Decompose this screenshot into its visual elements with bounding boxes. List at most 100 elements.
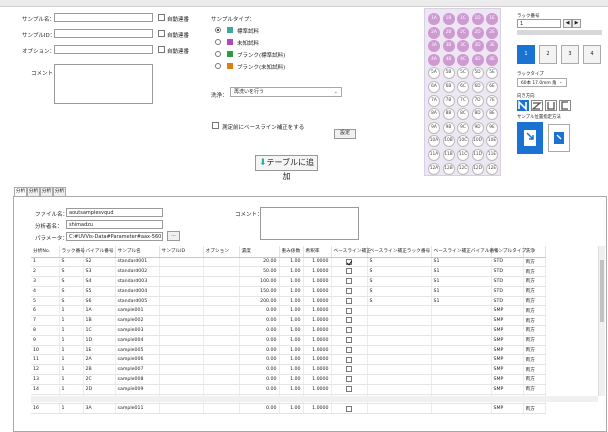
table-cell[interactable]: 1.00 xyxy=(279,286,304,297)
table-cell[interactable]: 1.0000 xyxy=(303,305,332,317)
column-header[interactable]: サンプルタイプ xyxy=(491,246,526,258)
table-cell[interactable]: 両方 xyxy=(523,345,546,356)
table-cell[interactable]: SMP xyxy=(491,315,524,327)
table-cell[interactable]: 1.0000 xyxy=(303,384,332,395)
direction-z-button[interactable] xyxy=(531,100,543,111)
rack-cell[interactable]: 3D xyxy=(471,40,484,53)
table-cell[interactable]: 0.00 xyxy=(239,384,280,395)
baseline-row-checkbox[interactable] xyxy=(346,386,352,392)
table-cell[interactable]: sample005 xyxy=(115,345,160,356)
rack-cell[interactable]: 1B xyxy=(442,13,455,25)
column-header[interactable]: 分析No. xyxy=(31,246,60,258)
table-cell[interactable] xyxy=(159,335,204,346)
rack-cell[interactable]: 12E xyxy=(486,162,498,175)
table-cell[interactable]: 1.00 xyxy=(279,315,304,327)
baseline-cell[interactable] xyxy=(331,364,368,376)
table-cell[interactable] xyxy=(159,345,204,356)
column-header[interactable]: サンプル名 xyxy=(115,246,160,258)
table-cell[interactable]: 1D xyxy=(83,335,116,346)
sample-id-input[interactable] xyxy=(54,29,153,38)
baseline-cell[interactable] xyxy=(331,354,368,366)
table-cell[interactable]: 1.00 xyxy=(279,276,304,287)
wash-select[interactable]: 再洗いを行う ⌄ xyxy=(230,87,342,97)
table-cell[interactable] xyxy=(431,345,492,356)
rack-prev-button[interactable]: ◀ xyxy=(563,19,572,28)
table-cell[interactable]: 1 xyxy=(59,335,84,346)
table-cell[interactable] xyxy=(431,374,492,385)
table-cell[interactable]: 1.0000 xyxy=(303,257,332,268)
rack-cell[interactable]: 3A xyxy=(428,40,440,53)
table-horizontal-scrollbar[interactable] xyxy=(31,396,598,402)
sample-type-radio-0[interactable] xyxy=(215,27,221,33)
rack-cell[interactable]: 7B xyxy=(442,94,455,107)
rack-cell[interactable]: 7A xyxy=(428,94,440,107)
direction-n-button[interactable] xyxy=(517,100,529,111)
rack-cell[interactable]: 7D xyxy=(471,94,484,107)
rack-cell[interactable]: 12D xyxy=(471,162,484,175)
table-cell[interactable]: S1 xyxy=(431,296,492,307)
rack-cell[interactable]: 12B xyxy=(442,162,455,175)
table-cell[interactable] xyxy=(203,335,240,346)
table-cell[interactable]: 9 xyxy=(31,335,60,346)
table-cell[interactable]: 0.00 xyxy=(239,374,280,385)
table-row[interactable]: 2 S S3 standard002 50.00 1.00 1.0000 S S1 STD 両方 xyxy=(31,266,546,278)
comment-textarea[interactable] xyxy=(54,64,153,104)
table-cell[interactable] xyxy=(431,335,492,346)
table-cell[interactable]: 3 xyxy=(31,276,60,287)
table-cell[interactable]: 1 xyxy=(31,257,60,268)
table-row[interactable]: 13 1 2C sample008 0.00 1.00 1.0000 SMP 両方 xyxy=(31,374,546,385)
table-cell[interactable] xyxy=(431,364,492,376)
table-cell[interactable]: STD xyxy=(491,266,524,278)
table-cell[interactable]: 1.0000 xyxy=(303,286,332,297)
rack-cell[interactable]: 7E xyxy=(486,94,498,107)
rack-cell[interactable]: 10E xyxy=(486,135,498,148)
table-cell[interactable]: 6 xyxy=(31,305,60,317)
table-cell[interactable]: SMP xyxy=(491,325,524,336)
table-vertical-scrollbar[interactable] xyxy=(598,246,605,396)
baseline-row-checkbox[interactable] xyxy=(346,376,352,383)
baseline-cell[interactable] xyxy=(331,315,368,327)
table-cell[interactable]: 0.00 xyxy=(239,364,280,376)
rack-select-button-2[interactable]: 2 xyxy=(539,45,557,64)
table-cell[interactable]: 1 xyxy=(59,325,84,336)
table-cell[interactable]: 1.0000 xyxy=(303,374,332,385)
table-cell[interactable] xyxy=(203,266,240,278)
rack-cell[interactable]: 3C xyxy=(457,40,469,53)
baseline-row-checkbox[interactable] xyxy=(346,327,352,334)
rack-cell[interactable]: 12A xyxy=(428,162,440,175)
table-cell[interactable]: 両方 xyxy=(523,257,546,268)
table-cell[interactable] xyxy=(159,374,204,385)
table-cell[interactable]: 20.00 xyxy=(239,257,280,268)
rack-cell[interactable]: 5C xyxy=(457,67,469,80)
table-cell[interactable]: sample009 xyxy=(115,384,160,395)
table-cell[interactable]: 0.00 xyxy=(239,403,280,415)
table-cell[interactable]: STD xyxy=(491,296,524,307)
direction-u-button[interactable] xyxy=(545,100,557,111)
table-cell[interactable]: 1.00 xyxy=(279,364,304,376)
baseline-row-checkbox[interactable] xyxy=(346,317,352,324)
sample-type-radio-3[interactable] xyxy=(215,63,221,69)
table-cell[interactable]: 3A xyxy=(83,403,116,415)
table-cell[interactable] xyxy=(203,257,240,268)
table-cell[interactable]: 2B xyxy=(83,364,116,376)
column-header[interactable]: ラック番号 xyxy=(59,246,85,258)
table-cell[interactable]: 16 xyxy=(31,403,60,415)
table-cell[interactable] xyxy=(203,374,240,385)
baseline-row-checkbox[interactable] xyxy=(346,346,352,353)
rack-cell[interactable]: 1E xyxy=(486,13,498,25)
table-cell[interactable] xyxy=(367,384,432,395)
rack-cell[interactable]: 9D xyxy=(471,121,484,134)
table-cell[interactable] xyxy=(367,325,432,336)
table-cell[interactable]: S1 xyxy=(431,276,492,287)
table-cell[interactable]: 1.00 xyxy=(279,296,304,307)
rack-cell[interactable]: 10A xyxy=(428,135,440,148)
baseline-row-checkbox[interactable] xyxy=(346,268,352,275)
table-cell[interactable] xyxy=(159,315,204,327)
table-cell[interactable]: SMP xyxy=(491,384,524,395)
baseline-cell[interactable] xyxy=(331,384,368,395)
table-cell[interactable]: 両方 xyxy=(523,354,546,366)
table-row[interactable]: 14 1 2D sample009 0.00 1.00 1.0000 SMP 両方 xyxy=(31,384,546,395)
baseline-row-checkbox[interactable] xyxy=(346,288,352,295)
rack-cell[interactable]: 6D xyxy=(471,81,484,93)
table-cell[interactable] xyxy=(159,364,204,376)
